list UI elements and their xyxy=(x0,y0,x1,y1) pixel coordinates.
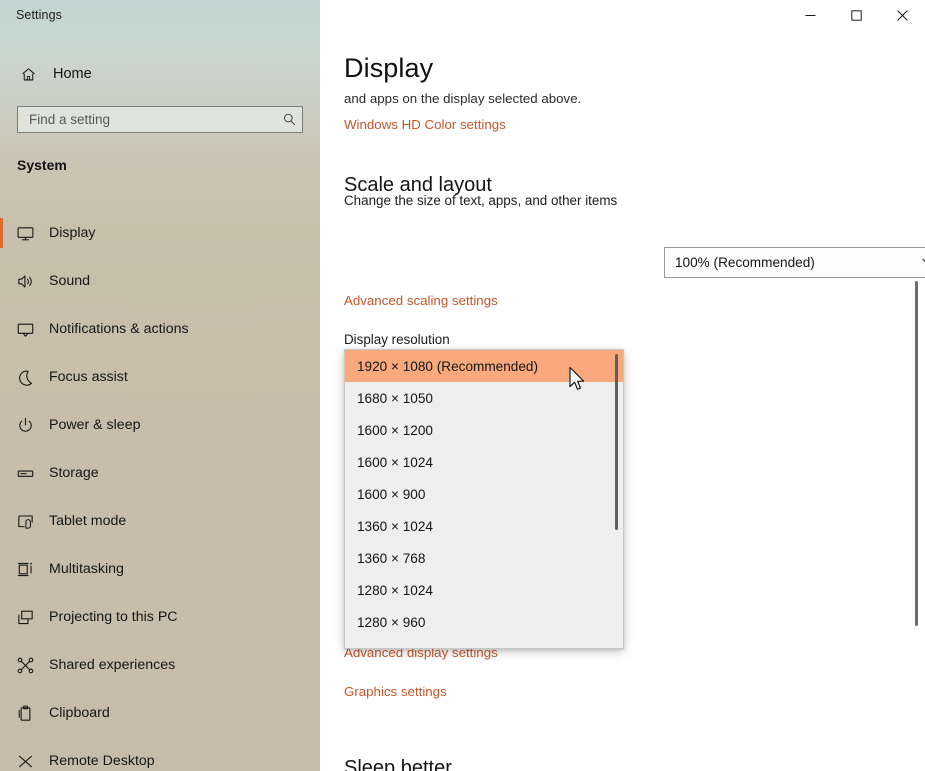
scale-label: Change the size of text, apps, and other… xyxy=(344,193,618,208)
page-title: Display xyxy=(344,53,434,83)
sidebar-item-home[interactable]: Home xyxy=(0,58,320,90)
scale-combobox-value: 100% (Recommended) xyxy=(675,255,815,270)
accent-bar xyxy=(0,266,3,296)
sidebar-item-label: Projecting to this PC xyxy=(49,609,178,625)
close-button[interactable] xyxy=(879,0,925,31)
sidebar-item-tablet-mode[interactable]: Tablet mode xyxy=(0,497,320,545)
sleep-better-heading: Sleep better xyxy=(344,757,452,771)
search-icon[interactable] xyxy=(276,107,302,132)
sidebar-item-sound[interactable]: Sound xyxy=(0,257,320,305)
window-title: Settings xyxy=(16,8,62,22)
home-icon xyxy=(18,64,38,84)
sidebar-item-shared-experiences[interactable]: Shared experiences xyxy=(0,641,320,689)
moon-icon xyxy=(16,368,38,387)
notification-icon xyxy=(16,320,38,339)
resolution-option[interactable]: 1680 × 1050 xyxy=(345,382,623,414)
accent-bar xyxy=(0,602,3,632)
accent-bar xyxy=(0,314,3,344)
sidebar-item-notifications[interactable]: Notifications & actions xyxy=(0,305,320,353)
accent-bar xyxy=(0,362,3,392)
scale-combobox[interactable]: 100% (Recommended) xyxy=(664,247,925,278)
resolution-option[interactable]: 1600 × 900 xyxy=(345,478,623,510)
advanced-scaling-settings-link[interactable]: Advanced scaling settings xyxy=(344,293,498,308)
page-scrollbar-thumb[interactable] xyxy=(915,281,918,626)
display-resolution-label: Display resolution xyxy=(344,332,450,347)
resolution-option[interactable]: 1360 × 1024 xyxy=(345,510,623,542)
accent-bar xyxy=(0,746,3,771)
project-screen-icon xyxy=(16,608,38,627)
accent-bar xyxy=(0,698,3,728)
resolution-option[interactable]: 1920 × 1080 (Recommended) xyxy=(345,350,623,382)
sidebar-section-header: System xyxy=(17,157,67,173)
accent-bar xyxy=(0,554,3,584)
tablet-hand-icon xyxy=(16,512,38,531)
sidebar: Settings Home System xyxy=(0,0,320,771)
settings-window: Settings Home System xyxy=(0,0,925,771)
sidebar-item-display[interactable]: Display xyxy=(0,209,320,257)
speaker-icon xyxy=(16,272,38,291)
share-nodes-icon xyxy=(16,656,38,675)
resolution-option[interactable]: 1600 × 1200 xyxy=(345,414,623,446)
sidebar-item-label: Notifications & actions xyxy=(49,321,189,337)
sidebar-item-clipboard[interactable]: Clipboard xyxy=(0,689,320,737)
sidebar-item-remote-desktop[interactable]: Remote Desktop xyxy=(0,737,320,771)
sidebar-item-label: Tablet mode xyxy=(49,513,127,529)
sidebar-item-multitasking[interactable]: Multitasking xyxy=(0,545,320,593)
accent-bar xyxy=(0,458,3,488)
power-icon xyxy=(16,416,38,435)
remote-desktop-icon xyxy=(16,752,38,771)
sidebar-item-label: Storage xyxy=(49,465,99,481)
maximize-button[interactable] xyxy=(833,0,879,31)
sidebar-item-label: Power & sleep xyxy=(49,417,141,433)
sidebar-item-label: Shared experiences xyxy=(49,657,176,673)
sidebar-item-label: Clipboard xyxy=(49,705,110,721)
multitasking-icon xyxy=(16,560,38,579)
sidebar-item-label: Remote Desktop xyxy=(49,753,155,769)
accent-bar xyxy=(0,410,3,440)
accent-bar xyxy=(0,506,3,536)
selected-accent-bar xyxy=(0,218,3,248)
sidebar-item-label: Home xyxy=(53,66,92,82)
sidebar-item-projecting[interactable]: Projecting to this PC xyxy=(0,593,320,641)
sidebar-item-label: Multitasking xyxy=(49,561,124,577)
dropdown-scrollbar-thumb[interactable] xyxy=(615,354,618,530)
windows-hd-color-settings-link[interactable]: Windows HD Color settings xyxy=(344,117,506,132)
minimize-button[interactable] xyxy=(787,0,833,31)
drive-icon xyxy=(16,464,38,483)
sidebar-item-label: Sound xyxy=(49,273,91,289)
sidebar-nav-list: Display Sound Notifications & actions Fo… xyxy=(0,209,320,771)
monitor-icon xyxy=(16,224,38,243)
sidebar-item-label: Display xyxy=(49,225,96,241)
search-box[interactable] xyxy=(17,106,303,133)
graphics-settings-link[interactable]: Graphics settings xyxy=(344,684,447,699)
sidebar-item-focus-assist[interactable]: Focus assist xyxy=(0,353,320,401)
resolution-option[interactable]: 1600 × 1024 xyxy=(345,446,623,478)
page-scrollbar-track[interactable] xyxy=(910,31,922,771)
page-subtitle: and apps on the display selected above. xyxy=(344,91,582,106)
resolution-option[interactable]: 1280 × 1024 xyxy=(345,574,623,606)
resolution-option[interactable]: 1280 × 960 xyxy=(345,606,623,638)
window-controls xyxy=(787,0,925,31)
search-input[interactable] xyxy=(27,111,276,128)
resolution-dropdown-list[interactable]: 1920 × 1080 (Recommended) 1680 × 1050 16… xyxy=(344,349,624,649)
accent-bar xyxy=(0,650,3,680)
sidebar-item-label: Focus assist xyxy=(49,369,128,385)
sidebar-item-storage[interactable]: Storage xyxy=(0,449,320,497)
clipboard-icon xyxy=(16,704,38,723)
sidebar-item-power-sleep[interactable]: Power & sleep xyxy=(0,401,320,449)
resolution-option[interactable]: 1360 × 768 xyxy=(345,542,623,574)
